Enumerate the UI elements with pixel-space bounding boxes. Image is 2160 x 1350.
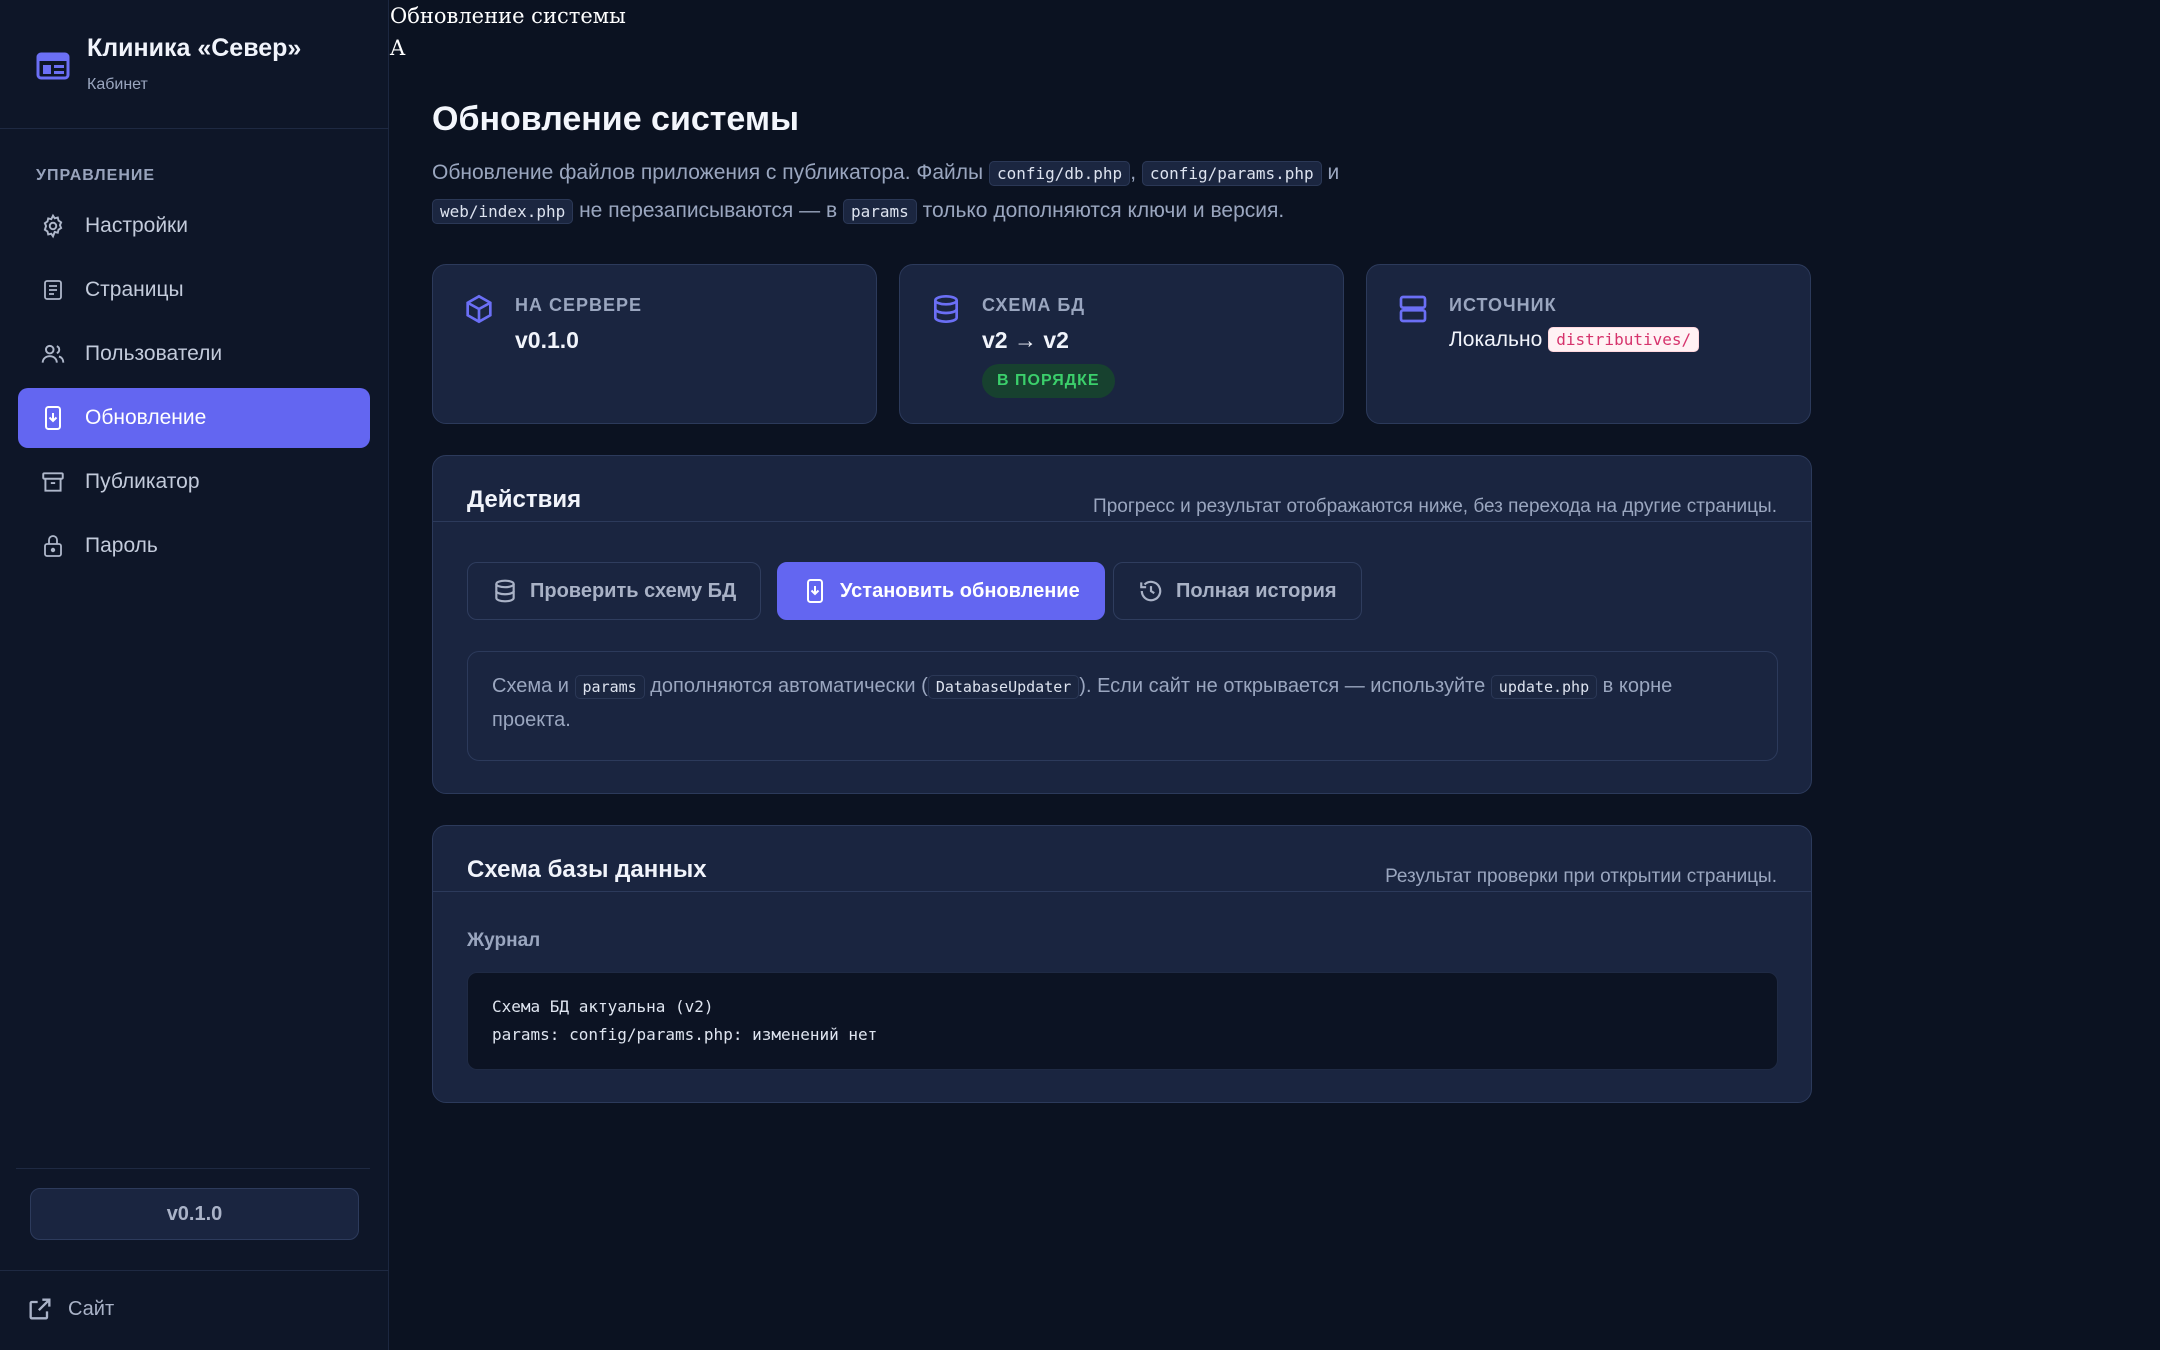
sidebar-item-settings[interactable]: Настройки (18, 196, 370, 256)
stat-card-source: ИСТОЧНИК Локально distributives/ (1366, 264, 1811, 424)
stat-label: СХЕМА БД (982, 295, 1086, 315)
schema-card: Схема базы данных Результат проверки при… (432, 825, 1812, 1103)
version-badge: v0.1.0 (30, 1188, 359, 1240)
stat-label: ИСТОЧНИК (1449, 295, 1557, 315)
sidebar-nav: Настройки Страницы Пользователи Обновлен… (18, 196, 370, 580)
code-index-php: web/index.php (432, 199, 574, 224)
stat-card-server: НА СЕРВЕРЕ v0.1.0 (432, 264, 877, 424)
sidebar-divider (0, 1270, 389, 1271)
brand-subtitle: Кабинет (87, 76, 148, 93)
card-title: Действия (467, 486, 582, 513)
log-line: Схема БД актуальна (v2) (492, 997, 714, 1016)
stat-value: Локально distributives/ (1449, 327, 1700, 352)
cube-icon (466, 294, 492, 324)
stat-card-schema: СХЕМА БД v2 → v2 В ПОРЯДКЕ (899, 264, 1344, 424)
raw-heading-text: Обновление системы (390, 4, 626, 28)
status-badge: В ПОРЯДКЕ (982, 364, 1115, 398)
button-label: Проверить схему БД (530, 579, 737, 602)
code-params: params (574, 675, 645, 699)
phone-download-icon (807, 579, 823, 603)
desc-separator: , (1130, 161, 1137, 184)
check-schema-button[interactable]: Проверить схему БД (467, 562, 762, 620)
sidebar-item-label: Страницы (85, 278, 184, 301)
log-output: Схема БД актуальна (v2) params: config/p… (467, 972, 1778, 1070)
card-note: Результат проверки при открытии страницы… (1385, 866, 1777, 887)
database-icon (495, 579, 515, 603)
source-text: Локально (1449, 327, 1543, 351)
sidebar-item-password[interactable]: Пароль (18, 516, 370, 576)
install-update-button[interactable]: Установить обновление (777, 562, 1105, 620)
external-link-icon (29, 1298, 51, 1320)
stat-label: НА СЕРВЕРЕ (515, 295, 643, 315)
full-history-button[interactable]: Полная история (1113, 562, 1362, 620)
code-db-php: config/db.php (988, 161, 1131, 186)
users-icon (39, 340, 67, 368)
sidebar-item-publisher[interactable]: Публикатор (18, 452, 370, 512)
card-title: Схема базы данных (467, 856, 707, 883)
sidebar-item-pages[interactable]: Страницы (18, 260, 370, 320)
sidebar-item-label: Обновление (85, 406, 207, 429)
history-icon (1140, 580, 1162, 602)
server-icon (1399, 295, 1427, 323)
sidebar-section-label: УПРАВЛЕНИЕ (36, 167, 156, 184)
log-label: Журнал (467, 930, 541, 951)
desc-text: Обновление файлов приложения с публикато… (432, 161, 984, 184)
desc-text: не перезаписываются — в (579, 199, 838, 222)
info-text: дополняются автоматически ( (650, 675, 928, 697)
log-line: params: config/params.php: изменений нет (492, 1025, 878, 1044)
code-params-php: config/params.php (1141, 161, 1322, 186)
sidebar-item-label: Публикатор (85, 470, 200, 493)
desc-text: только дополняются ключи и версия. (922, 199, 1285, 222)
code-distributives: distributives/ (1548, 327, 1700, 352)
sidebar: Клиника «Север» Кабинет УПРАВЛЕНИЕ Настр… (0, 0, 389, 1350)
info-text: Схема и (492, 675, 569, 697)
brand-title: Клиника «Север» (87, 34, 302, 62)
site-link-label: Сайт (68, 1297, 115, 1320)
page-title: Обновление системы (432, 100, 800, 138)
info-box: Схема и params дополняются автоматически… (467, 651, 1778, 761)
code-params: params (842, 199, 917, 224)
actions-card: Действия Прогресс и результат отображают… (432, 455, 1812, 794)
layout-icon (36, 52, 70, 80)
button-label: Установить обновление (840, 579, 1080, 602)
sidebar-item-label: Пользователи (85, 342, 223, 365)
sidebar-item-label: Настройки (85, 214, 188, 237)
sidebar-item-users[interactable]: Пользователи (18, 324, 370, 384)
card-note: Прогресс и результат отображаются ниже, … (1093, 496, 1777, 517)
sidebar-item-label: Пароль (85, 534, 158, 557)
page-description: Обновление файлов приложения с публикато… (432, 154, 1432, 230)
gear-icon (39, 212, 67, 240)
info-text: ). Если сайт не открывается — используйт… (1079, 675, 1486, 697)
stat-value: v2 → v2 (982, 327, 1069, 353)
code-update-php: update.php (1490, 675, 1598, 699)
archive-icon (39, 468, 67, 496)
site-link[interactable]: Сайт (26, 1295, 114, 1323)
phone-download-icon (39, 404, 67, 432)
database-icon (934, 295, 958, 324)
document-icon (39, 276, 67, 304)
lock-icon (39, 532, 67, 560)
stat-value: v0.1.0 (515, 327, 579, 353)
raw-letter-text: A (390, 36, 406, 60)
code-database-updater: DatabaseUpdater (927, 675, 1080, 699)
sidebar-divider (0, 128, 389, 129)
sidebar-divider (16, 1168, 370, 1169)
desc-text: и (1327, 161, 1340, 184)
button-label: Полная история (1176, 579, 1337, 602)
brand[interactable]: Клиника «Север» Кабинет (36, 34, 301, 94)
sidebar-item-update[interactable]: Обновление (18, 388, 370, 448)
